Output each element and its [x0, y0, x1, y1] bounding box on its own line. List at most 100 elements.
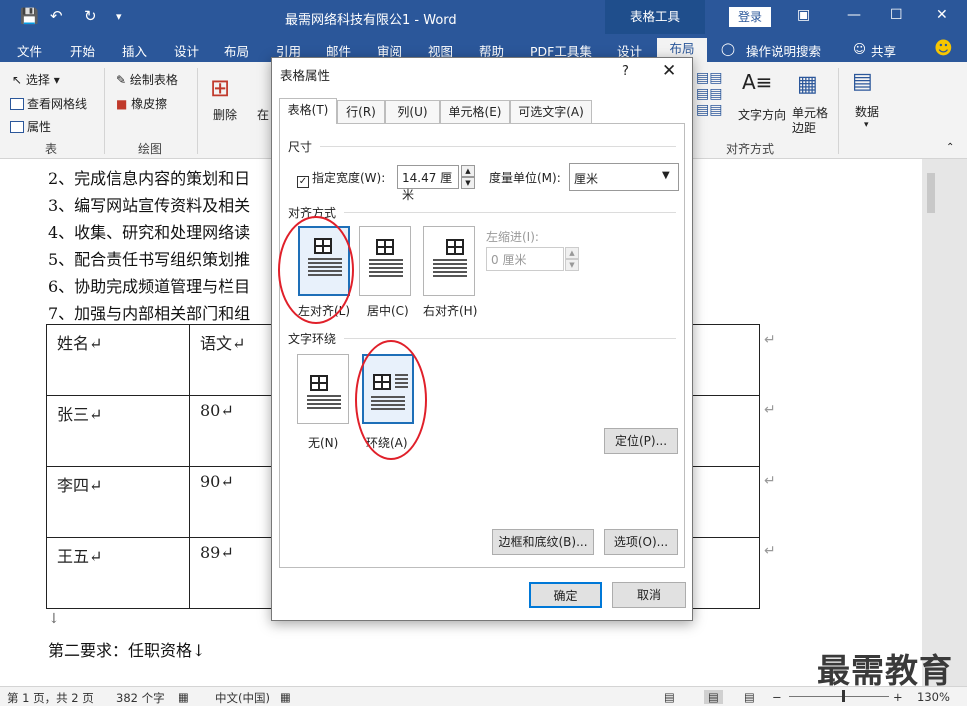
cell-align-grid-icon[interactable]: ▤▤ ▤▤ ▤▤	[696, 70, 722, 118]
view-gridlines-button[interactable]: 查看网格线	[10, 95, 87, 112]
maximize-icon[interactable]: ☐	[890, 7, 903, 23]
cancel-button[interactable]: 取消	[612, 582, 686, 608]
delete-button[interactable]: 删除	[213, 106, 237, 123]
eraser-button[interactable]: ■ 橡皮擦	[116, 95, 167, 112]
text-lines-icon	[433, 259, 467, 279]
tab-layout[interactable]: 布局	[224, 41, 249, 60]
zoom-level[interactable]: 130%	[917, 690, 950, 704]
doc-line: 7、加强与内部相关部门和组	[48, 304, 251, 323]
watermark-logo: 最需教育	[817, 651, 953, 690]
undo-icon[interactable]: ↶	[50, 7, 63, 25]
borders-shading-button[interactable]: 边框和底纹(B)...	[492, 529, 594, 555]
wrap-none-label[interactable]: 无(N)	[308, 434, 338, 451]
collapse-ribbon-icon[interactable]: ⌃	[946, 142, 954, 153]
wrap-none-option[interactable]	[297, 354, 349, 424]
tab-alt-text[interactable]: 可选文字(A)	[510, 100, 592, 124]
width-input[interactable]: 14.47 厘米	[397, 165, 459, 202]
cell-margins-button[interactable]: 单元格边距	[792, 106, 832, 136]
zoom-out-button[interactable]: −	[772, 690, 782, 704]
spin-down-icon[interactable]: ▼	[461, 177, 475, 189]
properties-icon	[10, 121, 24, 133]
divider	[838, 68, 839, 154]
tab-design[interactable]: 设计	[174, 41, 199, 60]
text-direction-button[interactable]: 文字方向	[738, 106, 786, 123]
ribbon-display-icon[interactable]: ▣	[797, 7, 810, 23]
table-cell[interactable]: 王五↵	[46, 537, 190, 609]
spin-up-icon[interactable]: ▲	[461, 165, 475, 177]
wrap-section-label: 文字环绕	[288, 332, 337, 346]
word-count[interactable]: 382 个字	[116, 690, 165, 706]
tab-row[interactable]: 行(R)	[337, 100, 385, 124]
table-cell[interactable]: 姓名↵	[46, 324, 190, 396]
positioning-button[interactable]: 定位(P)...	[604, 428, 678, 454]
table-cell[interactable]: 张三↵	[46, 395, 190, 467]
row-end-mark: ↵	[764, 473, 776, 489]
divider	[104, 68, 105, 154]
insert-above-partial[interactable]: 在	[257, 106, 269, 123]
draw-table-button[interactable]: ✎ 绘制表格	[116, 71, 178, 88]
scrollbar-thumb[interactable]	[927, 173, 935, 213]
left-indent-input[interactable]: 0 厘米	[486, 247, 564, 271]
align-center-label[interactable]: 居中(C)	[367, 302, 409, 319]
tab-home[interactable]: 开始	[70, 41, 95, 60]
gridlines-icon	[10, 98, 24, 110]
customize-icon[interactable]: ▾	[116, 10, 122, 23]
tab-insert[interactable]: 插入	[122, 41, 147, 60]
paragraph-mark: ↓	[48, 611, 60, 627]
row-end-mark: ↵	[764, 543, 776, 559]
minimize-icon[interactable]: —	[847, 7, 861, 23]
eraser-icon: ■	[116, 97, 128, 111]
chevron-down-icon: ▾	[864, 120, 869, 130]
options-button[interactable]: 选项(O)...	[604, 529, 678, 555]
specify-width-checkbox[interactable]: ✓ 指定宽度(W):	[297, 169, 385, 188]
track-icon[interactable]: ▦	[280, 690, 291, 704]
tab-column[interactable]: 列(U)	[385, 100, 440, 124]
page-count[interactable]: 第 1 页，共 2 页	[7, 690, 94, 706]
divider	[344, 338, 676, 339]
table-cell[interactable]: 李四↵	[46, 466, 190, 538]
print-layout-icon[interactable]: ▤	[704, 690, 723, 704]
read-mode-icon[interactable]: ▤	[664, 690, 675, 704]
divider	[344, 212, 676, 213]
data-button[interactable]: 数据	[855, 103, 879, 120]
measure-unit-label: 度量单位(M):	[489, 171, 561, 185]
proofing-icon[interactable]: ▦	[178, 690, 189, 704]
tab-table[interactable]: 表格(T)	[279, 98, 337, 124]
close-icon[interactable]: ✕	[936, 7, 948, 23]
doc-line: 2、完成信息内容的策划和日	[48, 169, 251, 188]
align-right-option[interactable]	[423, 226, 475, 296]
help-button[interactable]: ?	[622, 64, 629, 79]
dialog-panel: 尺寸 ✓ 指定宽度(W): 14.47 厘米 ▲ ▼ 度量单位(M): 厘米 ▼ …	[279, 123, 685, 568]
spin-down-icon[interactable]: ▼	[565, 259, 579, 271]
login-button[interactable]: 登录	[729, 7, 771, 27]
checkbox-checked-icon: ✓	[297, 176, 309, 188]
text-direction-icon: A≡	[742, 70, 773, 94]
smiley-icon[interactable]: ☻	[934, 38, 953, 59]
status-bar: 第 1 页，共 2 页 382 个字 ▦ 中文(中国) ▦ ▤ ▤ ▤ − + …	[0, 686, 967, 706]
zoom-in-button[interactable]: +	[893, 690, 903, 704]
ok-button[interactable]: 确定	[529, 582, 602, 608]
redo-icon[interactable]: ↻	[84, 7, 97, 25]
properties-button[interactable]: 属性	[10, 118, 51, 135]
zoom-slider[interactable]	[789, 696, 889, 697]
user-icon: ☺	[853, 41, 867, 56]
save-icon[interactable]: 💾	[20, 7, 39, 25]
align-center-option[interactable]	[359, 226, 411, 296]
zoom-slider-thumb[interactable]	[842, 690, 845, 702]
text-lines-icon	[369, 259, 403, 279]
tab-cell[interactable]: 单元格(E)	[440, 100, 510, 124]
delete-table-icon: ⊞	[210, 74, 231, 102]
table-icon	[446, 239, 464, 255]
select-button[interactable]: ↖ 选择 ▾	[12, 71, 60, 88]
tab-file[interactable]: 文件	[17, 41, 42, 60]
tell-me-search[interactable]: 操作说明搜索	[746, 41, 821, 60]
highlight-circle	[355, 340, 427, 460]
share-button[interactable]: 共享	[871, 41, 896, 60]
web-layout-icon[interactable]: ▤	[744, 690, 755, 704]
dialog-close-icon[interactable]: ✕	[662, 61, 676, 81]
vertical-scrollbar[interactable]	[922, 159, 967, 686]
language-indicator[interactable]: 中文(中国)	[215, 690, 270, 706]
align-right-label[interactable]: 右对齐(H)	[423, 302, 477, 319]
cursor-icon: ↖	[12, 73, 23, 87]
spin-up-icon[interactable]: ▲	[565, 247, 579, 259]
